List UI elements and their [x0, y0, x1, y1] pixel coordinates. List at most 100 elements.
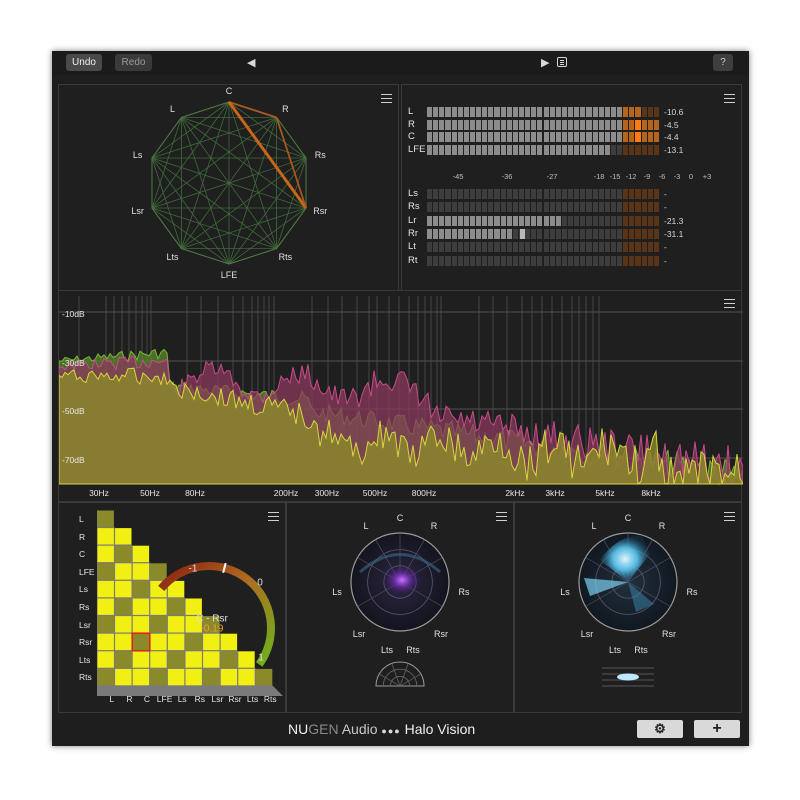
meter-scale-label: -9 — [643, 172, 651, 181]
meter-segment — [488, 228, 494, 239]
help-button[interactable]: ? — [713, 54, 733, 71]
meter-segment — [494, 242, 500, 253]
meter-segment — [537, 107, 543, 117]
meter-segment — [580, 228, 586, 239]
meter-segment — [518, 215, 525, 226]
meter-segment — [561, 189, 568, 199]
scope-chord — [181, 117, 307, 209]
meter-segment — [445, 189, 451, 199]
meter-segment — [617, 242, 623, 253]
meter-segment — [641, 119, 647, 130]
corr-cell — [97, 545, 114, 563]
vector-scope-panel-2: L C R Ls Rs Lsr Rsr Lts Rts — [514, 502, 742, 713]
meter-segment — [549, 255, 555, 266]
preset-list-icon[interactable] — [557, 57, 567, 67]
meter-segment — [543, 202, 549, 213]
meter-segment — [635, 107, 641, 117]
meter-segment — [463, 228, 469, 239]
meter-segment — [543, 144, 549, 155]
meter-segment — [623, 202, 629, 213]
meter-segment — [574, 132, 580, 142]
undo-button[interactable]: Undo — [66, 54, 102, 71]
corr-cell — [167, 598, 185, 615]
corr-cell — [132, 563, 150, 580]
meter-channel-label: R — [408, 118, 415, 130]
meter-segment — [629, 132, 635, 142]
meter-segment — [568, 242, 574, 253]
meter-segment — [457, 144, 463, 155]
corr-col-label: R — [126, 694, 133, 704]
brand-dots: ●●● — [381, 726, 401, 736]
meter-segment — [580, 119, 586, 130]
surround-polygon-scope — [151, 101, 308, 265]
meter-segment — [653, 132, 659, 142]
menu-icon[interactable] — [724, 94, 735, 103]
meter-segment — [457, 228, 463, 239]
meter-segment — [543, 132, 549, 142]
meter-segment — [500, 144, 506, 155]
add-panel-button[interactable]: + — [694, 720, 740, 738]
meter-segment — [518, 255, 525, 266]
meter-segment — [531, 144, 537, 155]
meter-segment — [500, 255, 506, 266]
meter-segment — [506, 228, 512, 239]
meter-segment — [586, 107, 592, 117]
corr-col-label: Rs — [194, 694, 205, 704]
meter-segment — [518, 189, 525, 199]
meter-segment — [482, 132, 488, 142]
corr-col-label: Rts — [263, 694, 277, 704]
height-channel-label: Rts — [634, 645, 648, 655]
meter-segment — [445, 228, 451, 239]
redo-button[interactable]: Redo — [115, 54, 152, 71]
meter-segment — [641, 228, 647, 239]
meter-segment — [574, 144, 580, 155]
corr-cell — [97, 651, 114, 668]
meter-segment — [623, 255, 629, 266]
meter-segment — [494, 107, 500, 117]
meter-segment — [580, 255, 586, 266]
meter-segment — [463, 132, 469, 142]
spectrum-freq-label: 200Hz — [273, 488, 299, 498]
corr-cell — [203, 668, 220, 686]
meter-segment — [469, 228, 476, 239]
meter-segment — [610, 242, 617, 253]
corr-row-label: Rts — [79, 672, 92, 683]
meter-segment — [525, 242, 531, 253]
meter-segment — [445, 242, 451, 253]
corr-cell — [132, 633, 150, 651]
corr-scale-zero: 0 — [257, 577, 263, 589]
meter-segment — [610, 144, 617, 155]
settings-button[interactable]: ⚙ — [637, 720, 683, 738]
meter-segment — [439, 242, 445, 253]
height-scope-spoke — [391, 663, 401, 687]
corr-cell — [132, 616, 150, 633]
meter-segment — [494, 144, 500, 155]
meter-segment — [555, 202, 561, 213]
spectrum-db-label: -10dB — [62, 309, 85, 319]
meter-segment — [457, 255, 463, 266]
next-preset-icon[interactable]: ▶ — [541, 56, 549, 69]
meter-segment — [531, 202, 537, 213]
height-channel-label: Rts — [406, 645, 420, 655]
meter-segment — [549, 189, 555, 199]
meter-segment — [555, 242, 561, 253]
meter-segment — [641, 189, 647, 199]
scope-channel-label: C — [225, 86, 233, 96]
scope-channel-label: Rsr — [313, 206, 328, 217]
corr-row-label: L — [79, 514, 84, 524]
meter-segment — [494, 119, 500, 130]
meter-segment — [647, 215, 653, 226]
meter-segment — [617, 132, 623, 142]
meter-segment — [555, 119, 561, 130]
previous-preset-icon[interactable]: ◀ — [247, 56, 255, 69]
level-meter-bar — [427, 144, 660, 155]
meter-segment — [494, 189, 500, 199]
meter-segment — [629, 189, 635, 199]
meter-segment — [586, 132, 592, 142]
meter-segment — [623, 242, 629, 253]
meter-segment — [586, 242, 592, 253]
corr-cell — [132, 668, 150, 686]
meter-segment — [433, 228, 439, 239]
meter-segment — [653, 107, 659, 117]
meter-segment — [476, 144, 482, 155]
